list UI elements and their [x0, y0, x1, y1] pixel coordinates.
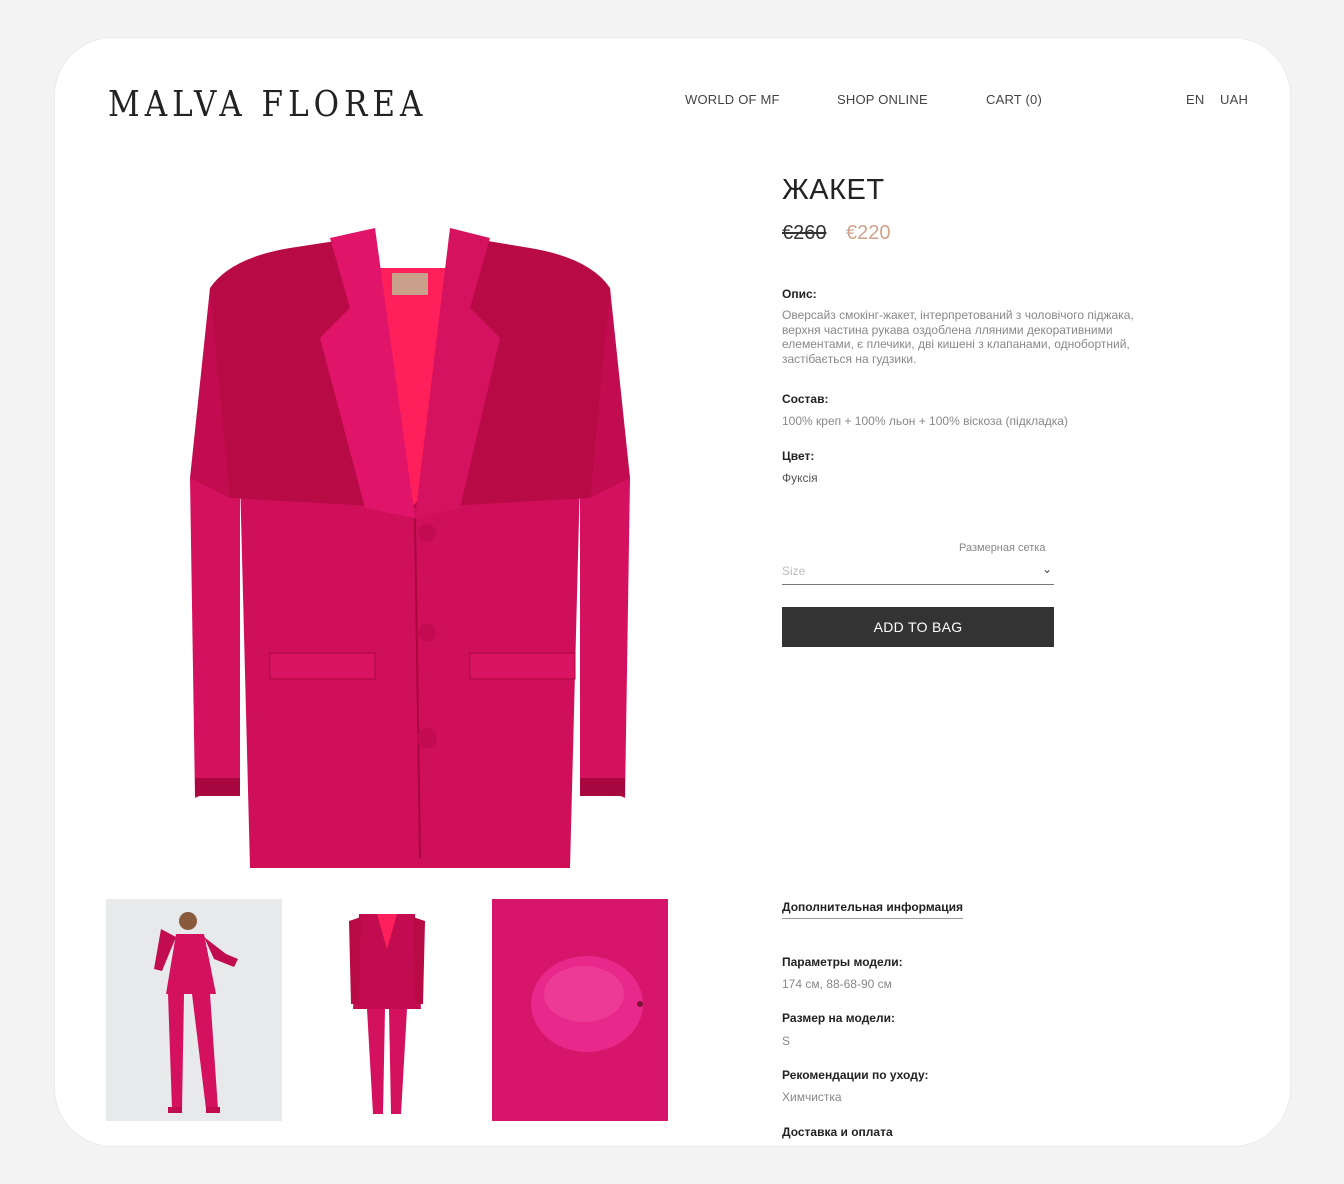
- page-card: MALVA FLOREA WORLD OF MF SHOP ONLINE CAR…: [55, 38, 1290, 1146]
- add-to-bag-button[interactable]: ADD TO BAG: [782, 607, 1054, 647]
- model-params-label: Параметры модели:: [782, 955, 903, 969]
- model-photo: [106, 899, 282, 1121]
- old-price: €260: [782, 222, 827, 244]
- composition-label: Состав:: [782, 392, 829, 406]
- model-size-label: Размер на модели:: [782, 1011, 895, 1025]
- suit-photo: [299, 899, 475, 1121]
- currency-switch[interactable]: UAH: [1220, 92, 1248, 107]
- nav-cart[interactable]: CART (0): [986, 92, 1042, 107]
- tab-additional-info[interactable]: Дополнительная информация: [782, 900, 963, 919]
- thumbnail-button-detail[interactable]: [492, 899, 668, 1121]
- model-size-text: S: [782, 1034, 791, 1048]
- description-label: Опис:: [782, 287, 817, 301]
- color-label: Цвет:: [782, 449, 815, 463]
- care-text: Химчистка: [782, 1090, 842, 1104]
- delivery-label[interactable]: Доставка и оплата: [782, 1125, 893, 1139]
- thumbnail-suit[interactable]: [299, 899, 475, 1121]
- product-main-image[interactable]: [170, 178, 650, 888]
- button-detail-photo: [492, 899, 668, 1121]
- composition-text: 100% креп + 100% льон + 100% віскоза (пі…: [782, 414, 1068, 428]
- chevron-down-icon: ⌄: [1041, 562, 1052, 576]
- care-label: Рекомендации по уходу:: [782, 1068, 929, 1082]
- color-text: Фуксія: [782, 471, 818, 485]
- product-title: ЖАКЕТ: [782, 174, 885, 206]
- language-switch[interactable]: EN: [1186, 92, 1204, 107]
- size-placeholder: Size: [782, 564, 806, 578]
- sale-price: €220: [846, 222, 891, 244]
- size-chart-link[interactable]: Размерная сетка: [959, 542, 1045, 554]
- description-text: Оверсайз смокінг-жакет, інтерпретований …: [782, 308, 1134, 366]
- size-select[interactable]: Size ⌄: [782, 558, 1054, 585]
- thumbnail-model[interactable]: [106, 899, 282, 1121]
- model-params-text: 174 см, 88-68-90 см: [782, 977, 892, 991]
- nav-shop-online[interactable]: SHOP ONLINE: [837, 92, 928, 107]
- brand-logo[interactable]: MALVA FLOREA: [108, 84, 427, 125]
- nav-world-of-mf[interactable]: WORLD OF MF: [685, 92, 780, 107]
